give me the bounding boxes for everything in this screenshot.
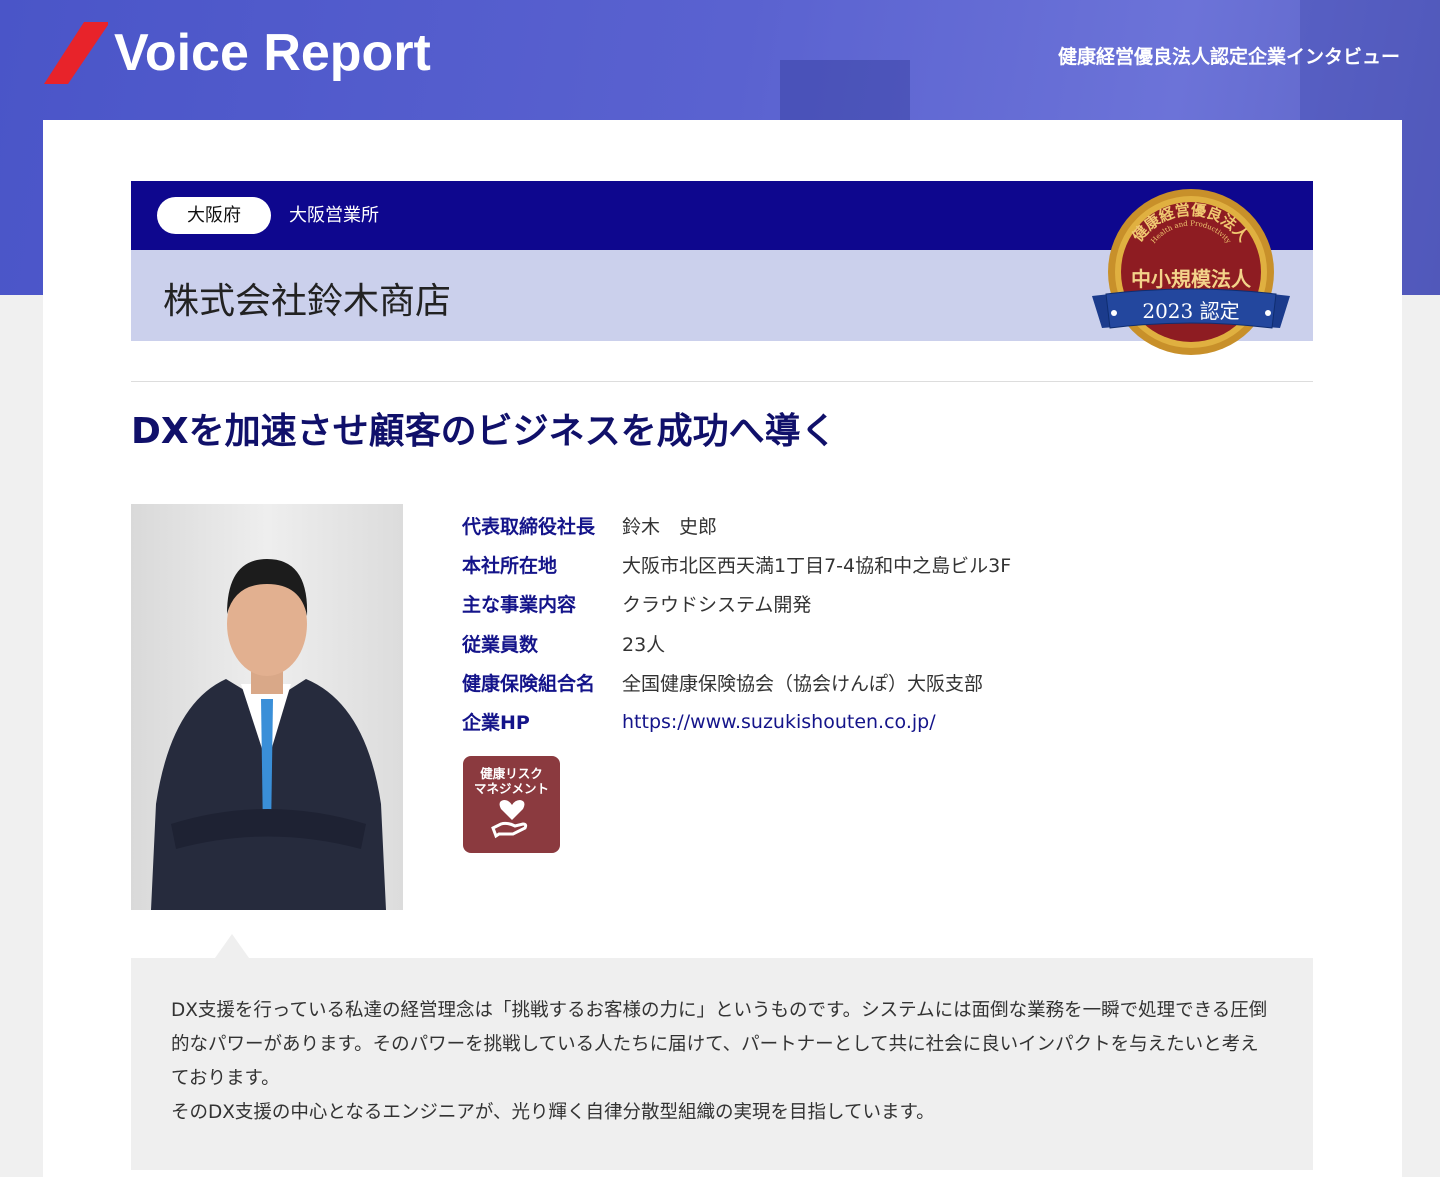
risk-icon-line2: マネジメント — [473, 781, 549, 796]
ceo-photo — [131, 504, 403, 910]
website-link[interactable]: https://www.suzukishouten.co.jp/ — [622, 711, 936, 733]
quote-paragraph: そのDX支援の中心となるエンジニアが、光り輝く自律分散型組織の実現を目指していま… — [171, 1102, 935, 1123]
logo-slash-icon — [44, 22, 108, 84]
info-label: 主な事業内容 — [462, 594, 577, 617]
heart-hand-icon — [490, 800, 527, 839]
info-label: 従業員数 — [462, 633, 539, 656]
risk-icon-line1: 健康リスク — [480, 766, 543, 781]
badge-category: 中小規模法人 — [1131, 267, 1252, 291]
info-label: 企業HP — [462, 712, 530, 735]
quote-paragraph: DX支援を行っている私達の経営理念は「挑戦するお客様の力に」というものです。シス… — [171, 1000, 1268, 1089]
certification-badge-icon: 健康経営優良法人 Health and Productivity 中小規模法人 … — [1092, 189, 1290, 355]
company-name: 株式会社鈴木商店 — [163, 281, 452, 322]
info-row-insurance: 健康保険組合名 全国健康保険協会（協会けんぽ）大阪支部 — [462, 663, 1011, 702]
info-value: 23人 — [622, 633, 666, 656]
info-value: クラウドシステム開発 — [622, 594, 812, 617]
interview-card: 大阪府 大阪営業所 株式会社鈴木商店 健康経営優良法人 Health and P… — [43, 120, 1402, 1177]
info-label: 代表取締役社長 — [462, 516, 596, 539]
info-row-business: 主な事業内容 クラウドシステム開発 — [462, 584, 1011, 623]
headline: DXを加速させ顧客のビジネスを成功へ導く — [131, 411, 837, 452]
info-row-president: 代表取締役社長 鈴木 史郎 — [462, 506, 1011, 545]
badge-year: 2023 認定 — [1142, 299, 1239, 323]
info-label: 本社所在地 — [462, 555, 558, 578]
health-risk-management-icon: 健康リスク マネジメント — [463, 756, 560, 853]
logo-text: Voice Report — [114, 24, 431, 82]
divider — [131, 381, 1313, 382]
company-info-table: 代表取締役社長 鈴木 史郎 本社所在地 大阪市北区西天満1丁目7-4協和中之島ビル3… — [462, 506, 1011, 741]
info-value: 大阪市北区西天満1丁目7-4協和中之島ビル3F — [622, 555, 1012, 578]
info-row-address: 本社所在地 大阪市北区西天満1丁目7-4協和中之島ビル3F — [462, 545, 1011, 584]
info-label: 健康保険組合名 — [462, 672, 596, 695]
info-row-employees: 従業員数 23人 — [462, 624, 1011, 663]
info-row-website: 企業HP https://www.suzukishouten.co.jp/ — [462, 702, 1011, 741]
office-name: 大阪営業所 — [289, 205, 379, 226]
tagline: 健康経営優良法人認定企業インタビュー — [1057, 46, 1400, 68]
prefecture-tag: 大阪府 — [157, 197, 271, 234]
quote-pointer — [215, 934, 249, 958]
site-logo[interactable]: Voice Report — [44, 22, 431, 84]
interview-quote: DX支援を行っている私達の経営理念は「挑戦するお客様の力に」というものです。シス… — [131, 958, 1313, 1170]
info-value: 全国健康保険協会（協会けんぽ）大阪支部 — [622, 672, 984, 695]
info-value: 鈴木 史郎 — [622, 516, 718, 539]
